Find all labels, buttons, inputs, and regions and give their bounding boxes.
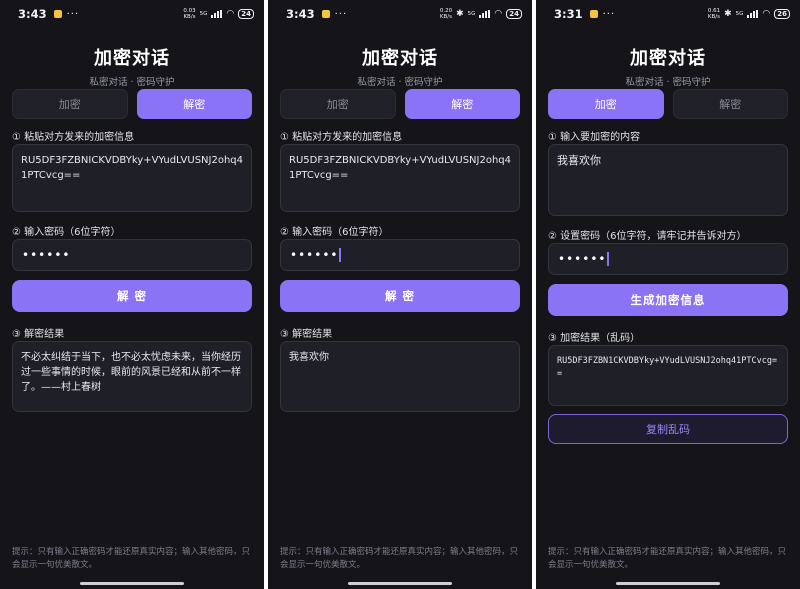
- plaintext-input[interactable]: 我喜欢你: [548, 144, 788, 216]
- status-time: 3:43: [18, 7, 47, 21]
- password-field[interactable]: ••••••: [280, 239, 520, 271]
- cipher-input-label: ① 粘贴对方发来的加密信息: [12, 132, 135, 143]
- password-field[interactable]: ••••••: [548, 243, 788, 275]
- network-type: 5G: [735, 11, 744, 17]
- password-label: ② 设置密码（6位字符，请牢记并告诉对方）: [548, 231, 747, 242]
- network-type: 5G: [199, 11, 208, 17]
- decrypt-result: 不必太纠结于当下，也不必太忧虑未来，当你经历过一些事情的时候，眼前的风景已经和从…: [12, 341, 252, 412]
- bluetooth-icon: ✱: [456, 9, 464, 19]
- password-label: ② 输入密码（6位字符）: [280, 227, 389, 238]
- signal-icon: [211, 10, 223, 18]
- mode-tabs: 加密 解密: [548, 89, 788, 119]
- decrypt-button[interactable]: 解 密: [12, 280, 252, 312]
- tab-decrypt[interactable]: 解密: [672, 89, 788, 119]
- generate-cipher-button[interactable]: 生成加密信息: [548, 284, 788, 316]
- password-label: ② 输入密码（6位字符）: [12, 227, 121, 238]
- plaintext-input-label: ① 输入要加密的内容: [548, 132, 641, 143]
- app-subtitle: 私密对话 · 密码守护: [89, 77, 175, 88]
- more-notifications-icon: ···: [66, 8, 80, 20]
- mode-tabs: 加密 解密: [12, 89, 252, 119]
- mode-tabs: 加密 解密: [280, 89, 520, 119]
- tab-encrypt[interactable]: 加密: [280, 89, 396, 119]
- battery-icon: 24: [506, 9, 522, 19]
- notification-icon: [321, 10, 330, 18]
- wifi-icon: ◠: [226, 9, 235, 19]
- status-bar: 3:31 ··· 0.61 KB/s ✱ 5G ◠ 26: [536, 0, 800, 28]
- network-speed: 0.61 KB/s: [707, 8, 721, 20]
- notification-icon: [53, 10, 62, 18]
- phone-screen-3: 3:31 ··· 0.61 KB/s ✱ 5G ◠ 26 加密对话 私密对话 · …: [536, 0, 800, 589]
- status-bar: 3:43 ··· 0.03 KB/s 5G ◠ 24: [0, 0, 264, 28]
- notification-icon: [589, 10, 598, 18]
- hint-text: 提示：只有输入正确密码才能还原真实内容；输入其他密码，只会显示一句优美散文。: [12, 547, 251, 570]
- app-title: 加密对话: [630, 48, 706, 69]
- signal-icon: [479, 10, 491, 18]
- copy-cipher-button[interactable]: 复制乱码: [548, 414, 788, 444]
- app-title: 加密对话: [362, 48, 438, 69]
- text-caret: [607, 252, 609, 266]
- signal-icon: [747, 10, 759, 18]
- app-title: 加密对话: [94, 48, 170, 69]
- cipher-result: RU5DF3FZBN1CKVDBYky+VYudLVUSNJ2ohq41PTCv…: [548, 345, 788, 406]
- cipher-input[interactable]: RU5DF3FZBNICKVDBYky+VYudLVUSNJ2ohq41PTCv…: [12, 144, 252, 212]
- status-bar: 3:43 ··· 0.20 KB/s ✱ 5G ◠ 24: [268, 0, 532, 28]
- tab-encrypt[interactable]: 加密: [548, 89, 664, 119]
- home-indicator[interactable]: [616, 582, 720, 585]
- more-notifications-icon: ···: [334, 8, 348, 20]
- decrypt-button[interactable]: 解 密: [280, 280, 520, 312]
- password-mask: ••••••: [558, 252, 607, 266]
- phone-screen-1: 3:43 ··· 0.03 KB/s 5G ◠ 24 加密对话 私密对话 · 密码…: [0, 0, 264, 589]
- status-time: 3:31: [554, 7, 583, 21]
- status-time: 3:43: [286, 7, 315, 21]
- password-mask: ••••••: [290, 248, 339, 262]
- password-field[interactable]: ••••••: [12, 239, 252, 271]
- app-subtitle: 私密对话 · 密码守护: [625, 77, 711, 88]
- network-speed: 0.03 KB/s: [183, 8, 196, 20]
- more-notifications-icon: ···: [602, 8, 616, 20]
- hint-text: 提示：只有输入正确密码才能还原真实内容；输入其他密码，只会显示一句优美散文。: [280, 547, 519, 570]
- hint-text: 提示：只有输入正确密码才能还原真实内容；输入其他密码，只会显示一句优美散文。: [548, 547, 787, 570]
- text-caret: [339, 248, 341, 262]
- wifi-icon: ◠: [762, 9, 771, 19]
- wifi-icon: ◠: [494, 9, 503, 19]
- phone-screen-2: 3:43 ··· 0.20 KB/s ✱ 5G ◠ 24 加密对话 私密对话 · …: [268, 0, 532, 589]
- battery-icon: 24: [238, 9, 254, 19]
- password-mask: ••••••: [22, 248, 71, 262]
- cipher-input[interactable]: RU5DF3FZBNICKVDBYky+VYudLVUSNJ2ohq41PTCv…: [280, 144, 520, 212]
- network-type: 5G: [467, 11, 476, 17]
- tab-encrypt[interactable]: 加密: [12, 89, 128, 119]
- tab-decrypt[interactable]: 解密: [136, 89, 252, 119]
- tab-decrypt[interactable]: 解密: [404, 89, 520, 119]
- cipher-input-label: ① 粘贴对方发来的加密信息: [280, 132, 403, 143]
- app-subtitle: 私密对话 · 密码守护: [357, 77, 443, 88]
- bluetooth-icon: ✱: [724, 9, 732, 19]
- home-indicator[interactable]: [80, 582, 184, 585]
- network-speed: 0.20 KB/s: [439, 8, 453, 20]
- battery-icon: 26: [774, 9, 790, 19]
- result-label: ③ 解密结果: [280, 329, 333, 340]
- cipher-result-label: ③ 加密结果（乱码）: [548, 333, 641, 344]
- result-label: ③ 解密结果: [12, 329, 65, 340]
- decrypt-result: 我喜欢你: [280, 341, 520, 412]
- home-indicator[interactable]: [348, 582, 452, 585]
